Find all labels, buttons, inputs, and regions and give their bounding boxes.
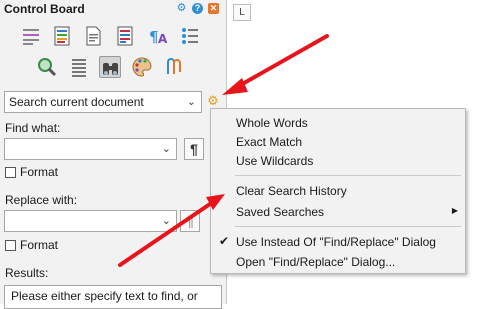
control-board-panel: Control Board ⚙ ? ✕ ¶ A Search current do… <box>0 0 227 309</box>
list-icon[interactable] <box>179 25 201 47</box>
text-lines-icon[interactable] <box>20 25 42 47</box>
results-box: Please either specify text to find, or <box>4 285 222 309</box>
align-justify-icon[interactable] <box>68 56 90 78</box>
binoculars-icon[interactable] <box>99 56 121 78</box>
palette-icon[interactable] <box>131 56 153 78</box>
search-options-gear-icon[interactable]: ⚙ <box>206 94 220 108</box>
find-format-checkbox[interactable] <box>5 167 16 178</box>
document-corner-marker: L <box>233 4 251 21</box>
panel-title: Control Board <box>4 2 85 16</box>
annotation-arrow-top <box>235 34 329 89</box>
document-list-icon[interactable] <box>114 25 136 47</box>
replace-with-label: Replace with: <box>5 193 78 207</box>
menu-item-open-find-replace-dialog[interactable]: Open "Find/Replace" Dialog... <box>211 252 465 272</box>
help-icon[interactable]: ? <box>192 3 203 14</box>
menu-item-use-wildcards[interactable]: Use Wildcards <box>211 151 465 171</box>
results-label: Results: <box>5 266 49 280</box>
menu-separator <box>235 175 461 176</box>
replace-format-checkbox[interactable] <box>5 240 16 251</box>
magnifier-icon[interactable] <box>36 56 58 78</box>
color-document-icon[interactable] <box>51 25 73 47</box>
menu-item-use-instead-of-dialog[interactable]: ✔ Use Instead Of "Find/Replace" Dialog <box>211 232 465 252</box>
paperclips-icon[interactable] <box>163 56 185 78</box>
close-icon[interactable]: ✕ <box>208 3 219 14</box>
paragraph-style-icon[interactable]: ¶ A <box>147 25 169 47</box>
menu-item-exact-match[interactable]: Exact Match <box>211 132 465 152</box>
menu-item-whole-words[interactable]: Whole Words <box>211 113 465 133</box>
replace-with-input[interactable]: ⌄ <box>4 210 177 232</box>
chevron-down-icon: ⌄ <box>161 143 171 155</box>
svg-text:A: A <box>158 32 168 46</box>
menu-separator <box>235 226 461 227</box>
chevron-down-icon: ⌄ <box>161 215 171 227</box>
search-scope-select[interactable]: Search current document ⌄ <box>4 91 202 113</box>
replace-special-button[interactable]: ¶ <box>180 210 200 232</box>
replace-format-label: Format <box>20 238 59 252</box>
find-format-label: Format <box>20 165 59 179</box>
checkmark-icon: ✔ <box>219 234 230 248</box>
search-scope-value: Search current document <box>9 95 144 109</box>
menu-item-saved-searches[interactable]: Saved Searches ▶ <box>211 202 465 222</box>
menu-item-clear-search-history[interactable]: Clear Search History <box>211 181 465 201</box>
find-what-label: Find what: <box>5 121 61 135</box>
page-icon[interactable] <box>82 25 104 47</box>
find-what-input[interactable]: ⌄ <box>4 138 177 160</box>
submenu-arrow-icon: ▶ <box>451 206 458 215</box>
find-special-button[interactable]: ¶ <box>184 138 204 160</box>
search-options-menu: Whole Words Exact Match Use Wildcards Cl… <box>210 108 466 274</box>
chevron-down-icon: ⌄ <box>186 96 196 108</box>
gear-icon[interactable]: ⚙ <box>176 3 187 14</box>
